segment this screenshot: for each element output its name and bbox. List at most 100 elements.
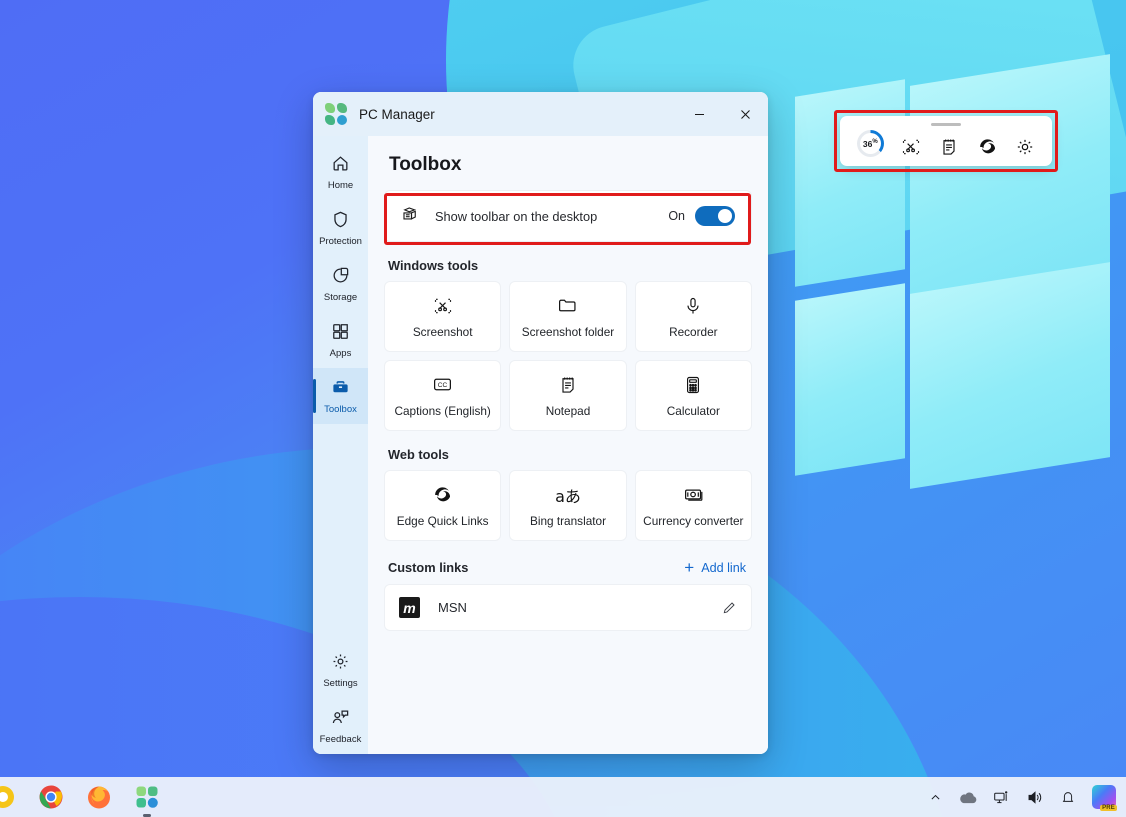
- web-tools-grid: Edge Quick Links aあ Bing translator Curr…: [384, 470, 752, 541]
- wallpaper-bloom-panel-1: [795, 79, 905, 287]
- microphone-icon: [683, 295, 703, 317]
- floating-screenshot-icon[interactable]: [901, 137, 921, 157]
- tool-card-edge-quick-links[interactable]: Edge Quick Links: [384, 470, 502, 541]
- tool-card-screenshot-folder[interactable]: Screenshot folder: [509, 281, 627, 352]
- home-icon: [331, 154, 350, 178]
- sidebar-item-apps[interactable]: Apps: [313, 312, 368, 368]
- onedrive-cloud-icon[interactable]: [958, 790, 977, 805]
- pc-manager-logo-icon: [325, 103, 347, 125]
- taskbar-apps: [0, 784, 160, 817]
- translate-icon: aあ: [555, 486, 581, 506]
- network-icon[interactable]: [993, 789, 1010, 806]
- minimize-button[interactable]: [676, 92, 722, 136]
- banknote-icon: [683, 484, 704, 506]
- edge-icon: [432, 484, 453, 506]
- window-titlebar: PC Manager: [313, 92, 768, 136]
- windows-tools-heading: Windows tools: [388, 258, 479, 273]
- pencil-icon[interactable]: [721, 600, 737, 616]
- window-body: Home Protection Storage Apps Toolbox Set…: [313, 136, 768, 754]
- show-toolbar-label: Show toolbar on the desktop: [435, 208, 598, 224]
- shield-icon: [331, 210, 350, 234]
- tool-card-currency-converter[interactable]: Currency converter: [634, 470, 752, 541]
- firefox-icon[interactable]: [86, 784, 112, 810]
- sidebar-item-label: Home: [327, 179, 354, 191]
- close-button[interactable]: [722, 92, 768, 136]
- gear-icon: [331, 652, 350, 676]
- volume-icon[interactable]: [1026, 789, 1044, 806]
- notification-bell-icon[interactable]: [1060, 789, 1076, 805]
- wallpaper-bloom-panel-3: [795, 283, 905, 476]
- windows-tools-grid: Screenshot Screenshot folder Recorder CC…: [384, 281, 752, 431]
- chrome-icon[interactable]: [38, 784, 64, 810]
- folder-icon: [557, 295, 578, 317]
- custom-links-header: Custom links + Add link: [384, 559, 752, 576]
- toolbox-icon: [331, 378, 350, 402]
- sidebar-item-storage[interactable]: Storage: [313, 256, 368, 312]
- tool-card-calculator[interactable]: Calculator: [634, 360, 752, 431]
- show-toolbar-toggle[interactable]: [695, 206, 735, 226]
- pc-manager-icon[interactable]: [134, 784, 160, 817]
- calculator-icon: [683, 374, 703, 396]
- sidebar-item-label: Settings: [323, 677, 358, 689]
- tool-label: Screenshot: [412, 324, 473, 339]
- notepad-icon: [558, 374, 578, 396]
- sidebar-item-label: Toolbox: [324, 403, 357, 415]
- msn-favicon: m: [399, 597, 420, 618]
- taskbar: PRE: [0, 777, 1126, 817]
- tool-card-captions[interactable]: CC Captions (English): [384, 360, 502, 431]
- toggle-knob: [718, 209, 732, 223]
- plus-icon: +: [684, 558, 695, 577]
- memory-ring-icon[interactable]: 36%: [856, 130, 884, 157]
- copilot-preview-badge: PRE: [1100, 805, 1117, 811]
- custom-links-heading: Custom links: [388, 560, 469, 575]
- feedback-icon: [331, 708, 350, 732]
- apps-grid-icon: [331, 322, 350, 346]
- memory-usage-ring: 36%: [856, 130, 884, 157]
- sidebar-item-home[interactable]: Home: [313, 144, 368, 200]
- web-tools-heading: Web tools: [388, 447, 449, 462]
- desktop: PC Manager Home Protection Storage Apps …: [0, 0, 1126, 817]
- tool-card-notepad[interactable]: Notepad: [509, 360, 627, 431]
- custom-link-name: MSN: [438, 600, 467, 615]
- chevron-up-icon[interactable]: [929, 791, 942, 804]
- toggle-state-label: On: [668, 209, 685, 223]
- custom-link-row[interactable]: m MSN: [384, 584, 752, 631]
- tool-card-screenshot[interactable]: Screenshot: [384, 281, 502, 352]
- window-title: PC Manager: [359, 106, 435, 122]
- drag-grip-icon[interactable]: [931, 123, 961, 126]
- screenshot-icon: [433, 295, 453, 317]
- sidebar-item-settings[interactable]: Settings: [313, 642, 368, 698]
- tool-label: Edge Quick Links: [396, 513, 489, 528]
- main-content: Toolbox Show toolbar on the desktop On W…: [368, 136, 768, 754]
- system-tray: PRE: [929, 785, 1126, 811]
- sidebar-item-label: Apps: [329, 347, 352, 359]
- memory-percent-text: 36%: [862, 138, 878, 149]
- tool-card-recorder[interactable]: Recorder: [634, 281, 752, 352]
- wallpaper-bloom-panel-4: [910, 262, 1110, 489]
- closed-captions-icon: CC: [432, 374, 453, 396]
- floating-notepad-icon[interactable]: [939, 137, 959, 157]
- add-link-button[interactable]: + Add link: [684, 559, 752, 576]
- tool-label: Calculator: [666, 403, 720, 418]
- toolbar-widget-icon: [401, 205, 419, 228]
- svg-text:CC: CC: [438, 382, 448, 389]
- sidebar-item-protection[interactable]: Protection: [313, 200, 368, 256]
- floating-gear-icon[interactable]: [1015, 137, 1035, 157]
- sidebar-item-label: Protection: [319, 235, 362, 247]
- sidebar: Home Protection Storage Apps Toolbox Set…: [313, 136, 368, 754]
- tool-label: Captions (English): [394, 403, 491, 418]
- partial-app-icon[interactable]: [0, 784, 16, 810]
- sidebar-item-toolbox[interactable]: Toolbox: [313, 368, 368, 424]
- sidebar-item-feedback[interactable]: Feedback: [313, 698, 368, 754]
- show-toolbar-row[interactable]: Show toolbar on the desktop On: [384, 190, 752, 242]
- tool-card-bing-translator[interactable]: aあ Bing translator: [509, 470, 627, 541]
- sidebar-item-label: Feedback: [319, 733, 362, 745]
- desktop-floating-toolbar[interactable]: 36%: [840, 116, 1052, 166]
- floating-edge-icon[interactable]: [977, 136, 998, 157]
- page-title: Toolbox: [389, 154, 462, 175]
- tool-label: Recorder: [669, 324, 718, 339]
- sidebar-item-label: Storage: [323, 291, 358, 303]
- wallpaper-bloom-panel-2: [910, 54, 1110, 296]
- copilot-icon[interactable]: PRE: [1092, 785, 1117, 811]
- storage-pie-icon: [331, 266, 350, 290]
